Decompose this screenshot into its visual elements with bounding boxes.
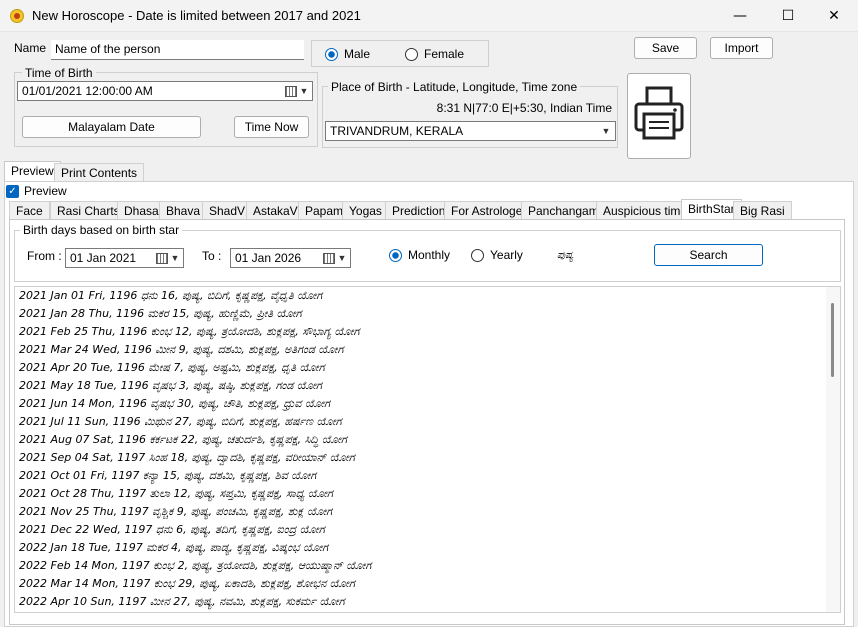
list-item[interactable]: 2022 Jan 18 Tue, 1197 ಮಕರ 4, ಪುಷ್ಯ, ಪಾಡ್… (19, 541, 328, 559)
chevron-down-icon[interactable]: ▼ (168, 249, 182, 267)
minimize-button[interactable]: — (717, 0, 763, 32)
tab-big-rasi[interactable]: Big Rasi (733, 201, 792, 220)
preview-checkbox-label: Preview (24, 184, 67, 198)
horoscope-app-icon (10, 9, 24, 23)
time-of-birth-value: 01/01/2021 12:00:00 AM (22, 84, 153, 98)
list-item[interactable]: 2021 Aug 07 Sat, 1196 ಕರ್ಕಟಕ 22, ಪುಷ್ಯ, … (19, 433, 347, 451)
close-button[interactable]: ✕ (811, 0, 857, 32)
list-item[interactable]: 2021 Sep 04 Sat, 1197 ಸಿಂಹ 18, ಪುಷ್ಯ, ದ್… (19, 451, 355, 469)
tab-shadv[interactable]: ShadV (202, 201, 253, 220)
tab-for-astrologer[interactable]: For Astrologer (444, 201, 534, 220)
list-item[interactable]: 2021 May 18 Tue, 1196 ವೃಷಭ 3, ಪುಷ್ಯ, ಷಷ್… (19, 379, 322, 397)
list-item[interactable]: 2021 Jun 14 Mon, 1196 ವೃಷಭ 30, ಪುಷ್ಯ, ಚೌ… (19, 397, 330, 415)
to-label: To : (202, 249, 222, 263)
scrollbar-thumb[interactable] (831, 303, 834, 377)
list-item[interactable]: 2021 Nov 25 Thu, 1197 ವೃಶ್ಚಿಕ 9, ಪುಷ್ಯ, … (19, 505, 332, 523)
gender-group: Male Female (311, 40, 489, 67)
place-coordinates: 8:31 N|77:0 E|+5:30, Indian Time (436, 101, 612, 115)
monthly-label: Monthly (408, 248, 451, 262)
list-item[interactable]: 2021 Jan 01 Fri, 1196 ಧನು 16, ಪುಷ್ಯ, ಬಿದ… (19, 289, 322, 307)
list-item[interactable]: 2021 Oct 01 Fri, 1197 ಕನ್ಯಾ 15, ಪುಷ್ಯ, ದ… (19, 469, 316, 487)
maximize-button[interactable]: ☐ (765, 0, 811, 32)
tab-prediction[interactable]: Prediction (385, 201, 453, 220)
birth-star-name: ಪುಷ್ಯ (557, 250, 574, 261)
name-label: Name (14, 41, 47, 55)
yearly-radio[interactable] (471, 249, 484, 262)
chevron-down-icon[interactable]: ▼ (297, 82, 311, 100)
from-label: From : (27, 249, 62, 263)
list-item[interactable]: 2021 Jan 28 Thu, 1196 ಮಕರ 15, ಪುಷ್ಯ, ಹುಣ… (19, 307, 302, 325)
calendar-icon[interactable] (323, 253, 335, 264)
female-label: Female (424, 47, 465, 61)
list-item[interactable]: 2022 Feb 14 Mon, 1197 ಕುಂಭ 2, ಪುಷ್ಯ, ತ್ರ… (19, 559, 371, 577)
list-item[interactable]: 2021 Mar 24 Wed, 1196 ಮೀನ 9, ಪುಷ್ಯ, ದಶಮಿ… (19, 343, 343, 361)
inner-tab-bar: Face Rasi Charts Dhasa Bhava ShadV Astak… (9, 199, 849, 221)
save-button[interactable]: Save (634, 37, 697, 59)
tab-bhava[interactable]: Bhava (159, 201, 208, 220)
tab-panchangam[interactable]: Panchangam (521, 201, 606, 220)
malayalam-date-button[interactable]: Malayalam Date (22, 116, 201, 138)
place-of-birth-label: Place of Birth - Latitude, Longitude, Ti… (328, 80, 581, 94)
place-dropdown[interactable]: TRIVANDRUM, KERALA (325, 121, 616, 141)
tab-print-contents[interactable]: Print Contents (54, 163, 145, 182)
male-radio[interactable] (325, 48, 338, 61)
list-item[interactable]: 2021 Feb 25 Thu, 1196 ಕುಂಭ 12, ಪುಷ್ಯ, ತ್… (19, 325, 359, 343)
list-item[interactable]: 2021 Oct 28 Thu, 1197 ತುಲಾ 12, ಪುಷ್ಯ, ಸಪ… (19, 487, 333, 505)
place-value: TRIVANDRUM, KERALA (330, 124, 464, 138)
list-item[interactable]: 2021 Dec 22 Wed, 1197 ಧನು 6, ಪುಷ್ಯ, ತದಿಗ… (19, 523, 325, 541)
calendar-icon[interactable] (156, 253, 168, 264)
tab-auspicious-time[interactable]: Auspicious time (596, 201, 695, 220)
name-input[interactable]: Name of the person (51, 40, 304, 60)
tab-yogas[interactable]: Yogas (342, 201, 389, 220)
window-title: New Horoscope - Date is limited between … (32, 8, 361, 23)
outer-tab-bar: Preview Print Contents (4, 161, 854, 183)
list-item[interactable]: 2021 Jul 11 Sun, 1196 ಮಿಥುನ 27, ಪುಷ್ಯ, ಬ… (19, 415, 342, 433)
list-item[interactable]: 2021 Apr 20 Tue, 1196 ಮೇಷ 7, ಪುಷ್ಯ, ಅಷ್ಟ… (19, 361, 325, 379)
chevron-down-icon[interactable]: ▼ (335, 249, 349, 267)
time-now-button[interactable]: Time Now (234, 116, 309, 138)
import-button[interactable]: Import (710, 37, 773, 59)
list-item[interactable]: 2022 Apr 10 Sun, 1197 ಮೀನ 27, ಪುಷ್ಯ, ನವಮ… (19, 595, 345, 613)
birth-days-group-label: Birth days based on birth star (20, 223, 183, 237)
tab-face[interactable]: Face (9, 201, 50, 220)
scrollbar[interactable] (826, 287, 840, 612)
male-label: Male (344, 47, 371, 61)
time-of-birth-label: Time of Birth (22, 66, 96, 80)
list-item[interactable]: 2022 Mar 14 Mon, 1197 ಕುಂಭ 29, ಪುಷ್ಯ, ಏಕ… (19, 577, 355, 595)
printer-icon (634, 86, 684, 140)
title-bar: New Horoscope - Date is limited between … (0, 0, 858, 32)
calendar-icon[interactable] (285, 86, 297, 97)
time-of-birth-picker[interactable]: 01/01/2021 12:00:00 AM (17, 81, 313, 101)
search-button[interactable]: Search (654, 244, 763, 266)
from-date-value: 01 Jan 2021 (70, 251, 137, 265)
preview-checkbox[interactable]: ✓ (6, 185, 19, 198)
tab-astakav[interactable]: AstakaV (246, 201, 305, 220)
monthly-radio[interactable] (389, 249, 402, 262)
female-radio[interactable] (405, 48, 418, 61)
to-date-value: 01 Jan 2026 (235, 251, 302, 265)
yearly-label: Yearly (490, 248, 523, 262)
results-list[interactable]: 2021 Jan 01 Fri, 1196 ಧನು 16, ಪುಷ್ಯ, ಬಿದ… (14, 286, 841, 613)
tab-preview[interactable]: Preview (4, 161, 61, 182)
chevron-down-icon[interactable]: ▼ (599, 122, 613, 140)
print-button[interactable] (627, 73, 691, 159)
tab-rasi-charts[interactable]: Rasi Charts (50, 201, 127, 220)
